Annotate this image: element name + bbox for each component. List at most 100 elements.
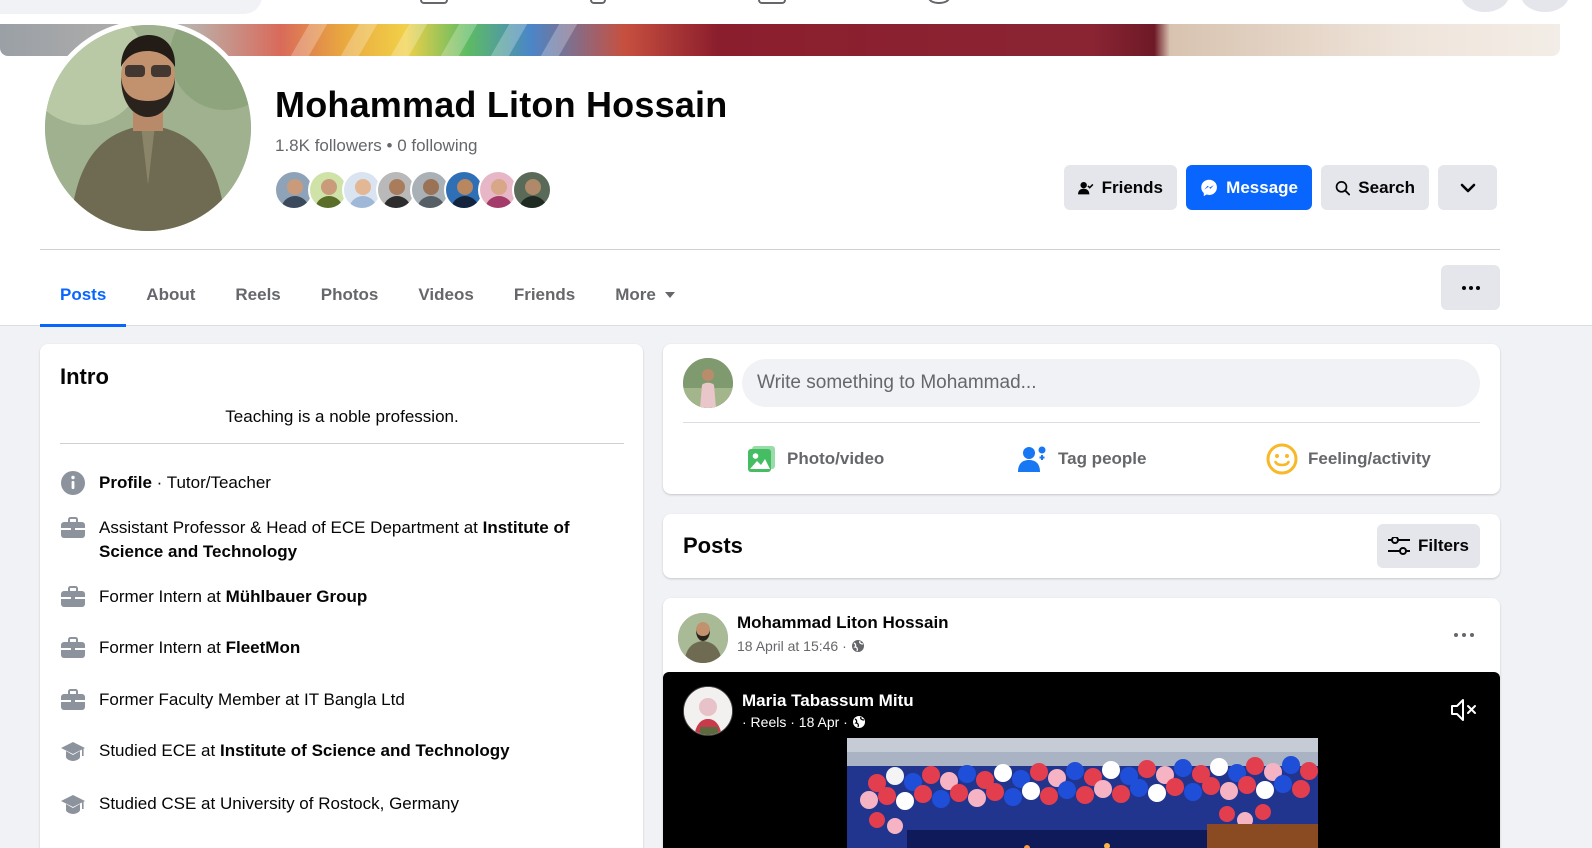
posts-title: Posts	[683, 533, 743, 558]
intro-item-education: Studied ECE at Institute of Science and …	[60, 739, 620, 764]
intro-item-profile: Profile · Tutor/Teacher	[60, 471, 620, 496]
account-button[interactable]	[1521, 0, 1569, 12]
nav-groups-icon[interactable]	[928, 0, 950, 4]
intro-bio: Teaching is a noble profession.	[225, 407, 459, 426]
search-button-label: Search	[1358, 177, 1415, 197]
composer-input[interactable]: Write something to Mohammad...	[742, 359, 1480, 407]
caret-down-icon	[664, 292, 675, 298]
profile-name: Mohammad Liton Hossain	[275, 84, 728, 125]
photo-video-button[interactable]: Photo/video	[747, 442, 884, 476]
intro-item-text: Studied CSE at University of Rostock, Ge…	[99, 794, 459, 813]
tab-more-label: More	[615, 285, 656, 304]
filters-button[interactable]: Filters	[1377, 524, 1480, 568]
nav-home-icon[interactable]	[420, 0, 448, 4]
search-icon	[1335, 180, 1351, 195]
message-button[interactable]: Message	[1186, 165, 1312, 210]
more-dots-icon	[1461, 285, 1480, 290]
filters-icon	[1387, 537, 1410, 555]
tag-people-button[interactable]: Tag people	[1018, 442, 1146, 476]
tab-about[interactable]: About	[126, 265, 215, 325]
follow-counts: 1.8K followers • 0 following	[275, 136, 478, 156]
mutual-friends-avatars[interactable]	[274, 170, 552, 210]
work-role: Former Intern at	[99, 638, 226, 657]
reel-author-avatar[interactable]	[683, 686, 733, 736]
profile-label: Profile	[99, 473, 152, 492]
nav-marketplace-icon[interactable]	[758, 0, 786, 4]
reel-author-name[interactable]: Maria Tabassum Mitu	[742, 691, 914, 711]
tab-photos[interactable]: Photos	[301, 265, 399, 325]
briefcase-icon	[60, 584, 86, 610]
intro-item-text: Profile · Tutor/Teacher	[99, 471, 271, 496]
intro-item-text: Former Intern at Mühlbauer Group	[99, 585, 367, 610]
tabs-overflow-button[interactable]	[1441, 265, 1500, 310]
intro-divider	[60, 443, 624, 444]
friends-check-icon	[1078, 181, 1094, 194]
briefcase-icon	[60, 515, 86, 541]
composer-divider	[683, 422, 1480, 423]
tab-reels[interactable]: Reels	[215, 265, 300, 325]
tab-friends[interactable]: Friends	[494, 265, 595, 325]
cover-photo[interactable]	[0, 24, 1560, 56]
mute-icon[interactable]	[1447, 694, 1479, 726]
post-meta: 18 April at 15:46 ·	[737, 638, 865, 654]
tab-posts[interactable]: Posts	[40, 265, 127, 327]
briefcase-icon	[60, 687, 86, 713]
school-link[interactable]: Institute of Science and Technology	[220, 741, 510, 760]
intro-item-text: Former Intern at FleetMon	[99, 636, 300, 661]
friends-button-label: Friends	[1101, 177, 1163, 197]
more-dots-icon	[1454, 633, 1474, 637]
menu-button[interactable]	[1461, 0, 1509, 12]
search-field-fragment[interactable]	[0, 0, 262, 14]
reel-meta: · Reels · 18 Apr ·	[742, 714, 866, 730]
top-navigation-bar	[0, 0, 1592, 24]
intro-item-work: Former Intern at FleetMon	[60, 636, 620, 661]
profile-picture[interactable]	[45, 25, 251, 231]
intro-item-text: Studied ECE at Institute of Science and …	[99, 739, 510, 764]
post-author-name[interactable]: Mohammad Liton Hossain	[737, 613, 949, 633]
tag-people-icon	[1018, 446, 1046, 472]
post-card: Mohammad Liton Hossain 18 April at 15:46…	[663, 598, 1500, 848]
post-timestamp[interactable]: 18 April at 15:46 ·	[737, 638, 847, 654]
message-button-label: Message	[1226, 177, 1298, 197]
intro-item-education: Studied CSE at University of Rostock, Ge…	[60, 792, 620, 817]
post-author-avatar[interactable]	[678, 613, 728, 663]
intro-item-work: Assistant Professor & Head of ECE Depart…	[60, 516, 620, 564]
graduation-cap-icon	[60, 791, 86, 817]
more-actions-button[interactable]	[1438, 165, 1497, 210]
post-composer: Write something to Mohammad... Photo/vid…	[663, 344, 1500, 494]
intro-item-work: Former Faculty Member at IT Bangla Ltd	[60, 688, 620, 713]
intro-item-text: Former Faculty Member at IT Bangla Ltd	[99, 690, 405, 709]
shared-reel[interactable]: Maria Tabassum Mitu · Reels · 18 Apr ·	[663, 672, 1500, 848]
graduation-cap-icon	[60, 738, 86, 764]
tab-more[interactable]: More	[595, 265, 696, 325]
profile-header: Mohammad Liton Hossain 1.8K followers • …	[0, 20, 1592, 327]
filters-label: Filters	[1417, 536, 1470, 555]
reel-meta-text[interactable]: · Reels · 18 Apr ·	[742, 714, 848, 730]
intro-item-text: Assistant Professor & Head of ECE Depart…	[99, 516, 620, 564]
photo-icon	[748, 446, 775, 472]
globe-icon	[851, 640, 864, 652]
work-place-link[interactable]: FleetMon	[226, 638, 301, 657]
smiley-icon	[1266, 443, 1298, 475]
feeling-activity-label: Feeling/activity	[1308, 449, 1431, 468]
post-options-button[interactable]	[1449, 622, 1479, 648]
nav-video-icon[interactable]	[590, 0, 606, 4]
following-link[interactable]: 0 following	[397, 136, 477, 155]
messenger-icon	[1201, 179, 1217, 196]
tab-videos[interactable]: Videos	[398, 265, 493, 325]
chevron-down-icon	[1460, 183, 1475, 192]
friends-button[interactable]: Friends	[1064, 165, 1177, 210]
composer-avatar[interactable]	[683, 358, 733, 408]
posts-header: Posts Filters	[663, 514, 1500, 578]
work-role: Former Intern at	[99, 587, 226, 606]
tag-people-label: Tag people	[1058, 449, 1147, 468]
reel-video-frame[interactable]	[847, 738, 1318, 848]
follow-separator: •	[381, 136, 398, 155]
feeling-activity-button[interactable]: Feeling/activity	[1266, 442, 1431, 476]
work-place-link[interactable]: Mühlbauer Group	[226, 587, 368, 606]
followers-link[interactable]: 1.8K followers	[275, 136, 382, 155]
work-role: Assistant Professor & Head of ECE Depart…	[99, 518, 483, 537]
search-button[interactable]: Search	[1321, 165, 1429, 210]
intro-card: Intro Teaching is a noble profession. Pr…	[40, 344, 643, 848]
friend-avatar[interactable]	[512, 170, 552, 210]
